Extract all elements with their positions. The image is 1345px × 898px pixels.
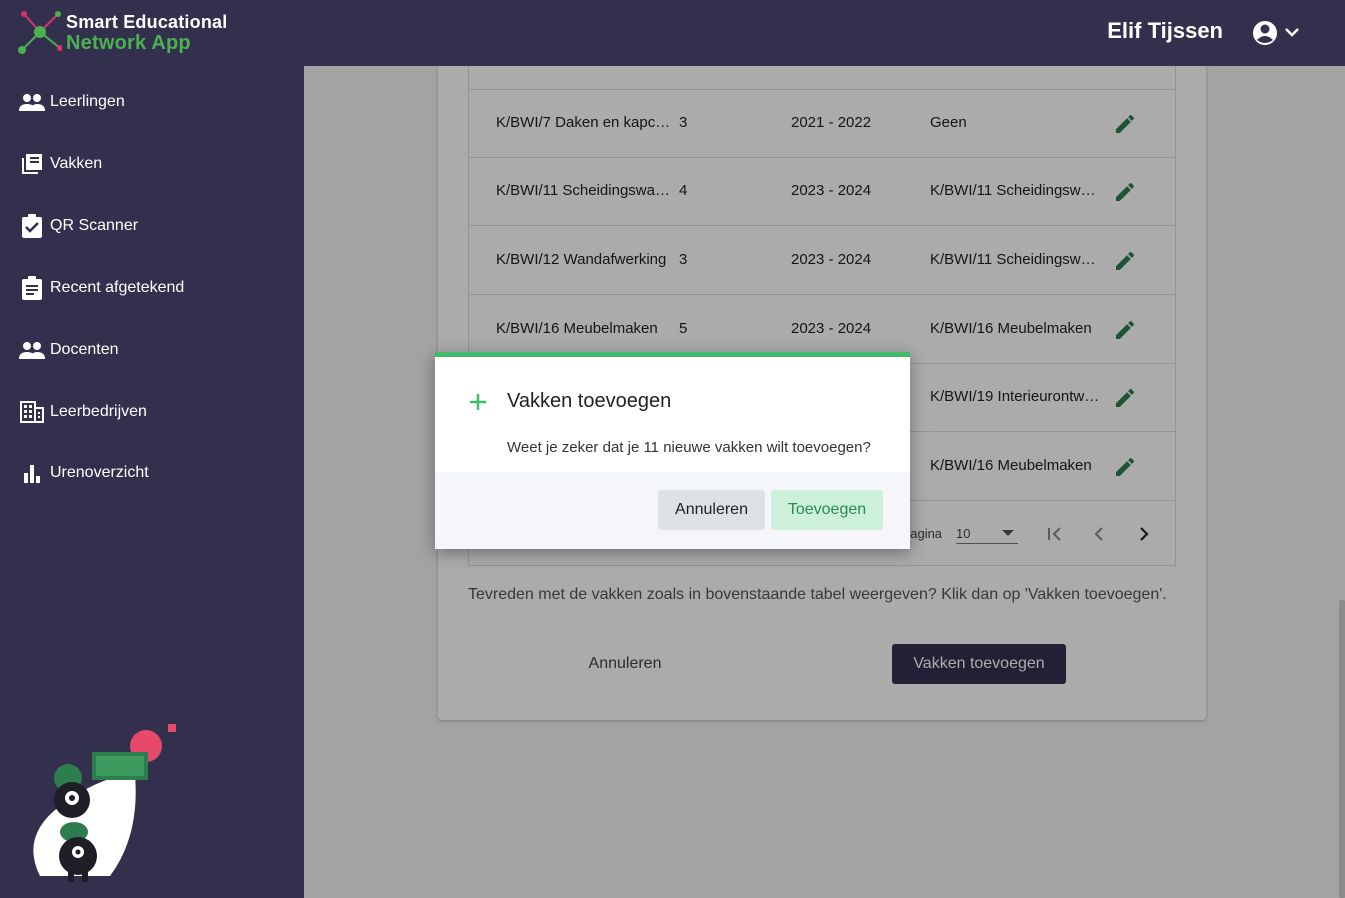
people-icon [18, 90, 46, 114]
dialog-message: Weet je zeker dat je 11 nieuwe vakken wi… [507, 439, 871, 456]
page-scrollbar[interactable] [1339, 600, 1345, 898]
sidebar-item-recent-afgetekend[interactable]: Recent afgetekend [0, 260, 304, 316]
clipboard-check-icon [18, 214, 46, 238]
confirm-dialog: Vakken toevoegen Weet je zeker dat je 11… [435, 352, 910, 549]
sidebar-item-vakken[interactable]: Vakken [0, 136, 304, 192]
app-name-line1: Smart Educational [66, 12, 228, 32]
dialog-title: Vakken toevoegen [507, 390, 672, 412]
dialog-footer: Annuleren Toevoegen [435, 472, 910, 549]
user-menu-button[interactable] [1253, 18, 1305, 48]
sidebar-item-qr-scanner[interactable]: QR Scanner [0, 198, 304, 254]
people-icon [18, 338, 46, 362]
sidebar-item-leerlingen[interactable]: Leerlingen [0, 74, 304, 130]
account-circle-icon [1253, 21, 1277, 45]
sidebar-item-label: Recent afgetekend [50, 279, 185, 296]
sidebar-item-label: QR Scanner [50, 217, 139, 234]
app-name-line2: Network App [66, 32, 191, 54]
bar-chart-icon [18, 461, 46, 485]
plus-icon [470, 394, 486, 410]
app-logo[interactable]: Smart Educational Network App [16, 8, 276, 58]
sidebar-item-docenten[interactable]: Docenten [0, 322, 304, 378]
sidebar-item-leerbedrijven[interactable]: Leerbedrijven [0, 384, 304, 440]
sidebar-item-label: Docenten [50, 341, 119, 358]
sidebar: Leerlingen Vakken QR Scanner Recent afge… [0, 66, 304, 898]
sidebar-item-label: Vakken [50, 155, 103, 172]
sidebar-item-label: Urenoverzicht [50, 464, 149, 481]
library-books-icon [18, 152, 46, 176]
sidebar-item-urenoverzicht[interactable]: Urenoverzicht [0, 445, 304, 501]
top-bar: Smart Educational Network App Elif Tijss… [0, 0, 1345, 66]
chevron-down-icon [1285, 28, 1299, 37]
clipboard-list-icon [18, 276, 46, 300]
sidebar-item-label: Leerbedrijven [50, 403, 147, 420]
sidebar-item-label: Leerlingen [50, 93, 125, 110]
building-icon [18, 400, 46, 424]
dialog-cancel-button[interactable]: Annuleren [658, 490, 765, 530]
network-logo-icon [18, 11, 62, 54]
dialog-confirm-button[interactable]: Toevoegen [771, 490, 883, 530]
mascot-illustration [33, 724, 176, 882]
user-name: Elif Tijssen [1107, 18, 1223, 43]
